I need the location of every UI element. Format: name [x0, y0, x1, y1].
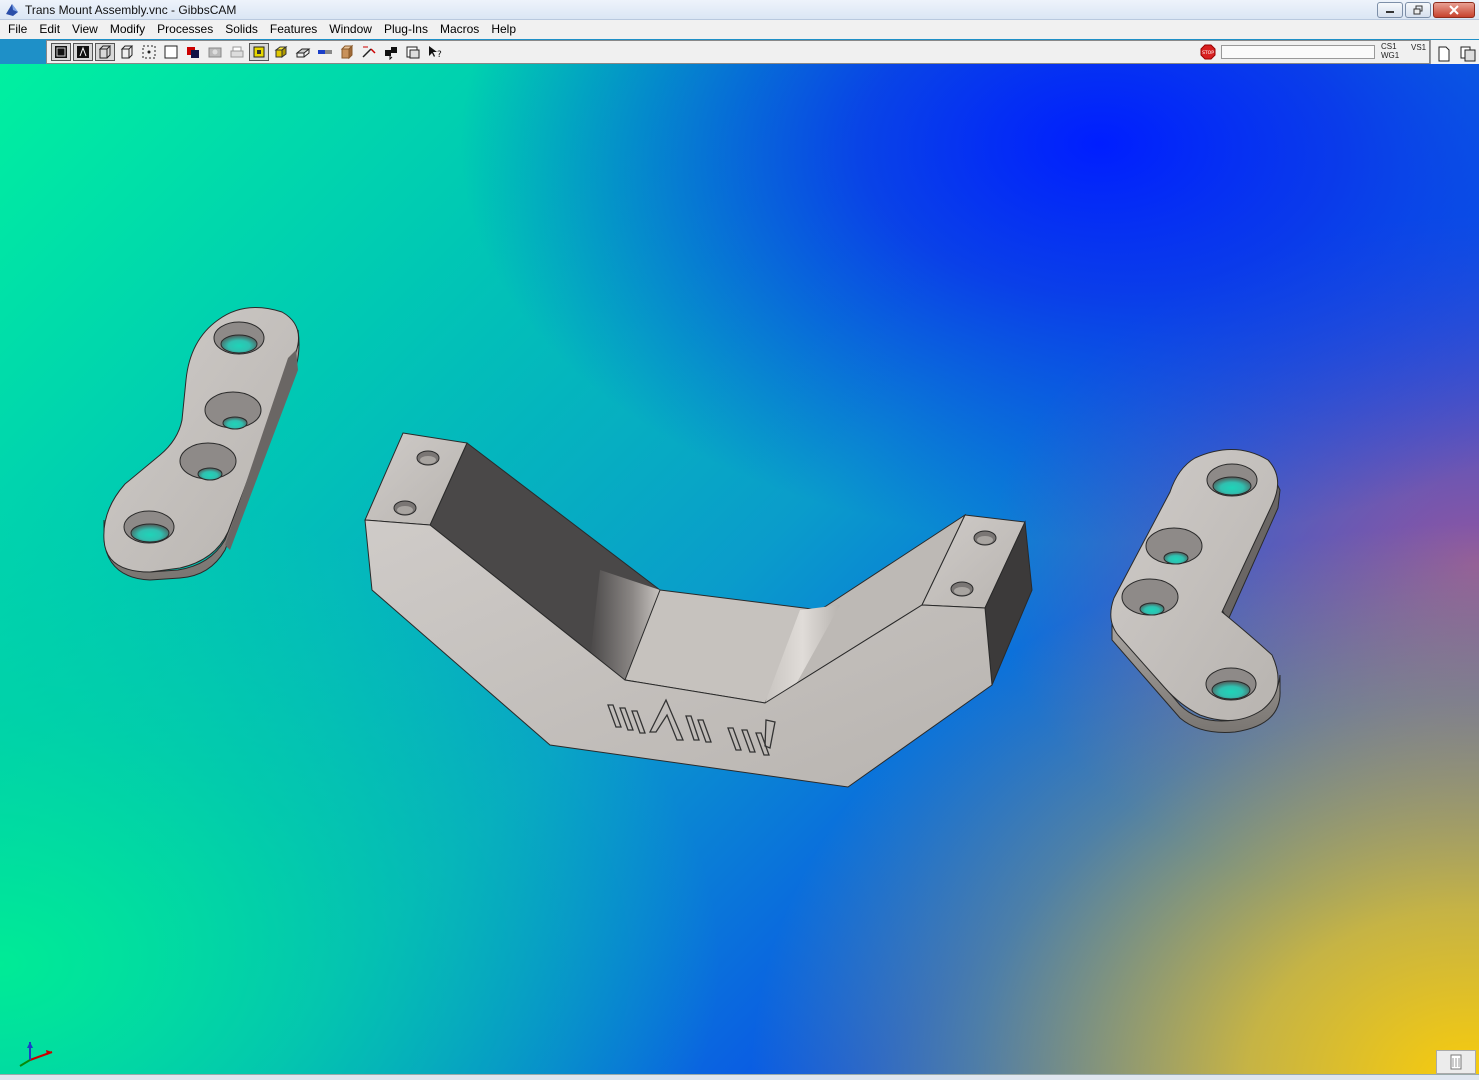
- minimize-icon: [1386, 11, 1394, 13]
- menu-plug-ins[interactable]: Plug-Ins: [378, 20, 434, 39]
- cutpart-rendering-button[interactable]: [403, 43, 423, 61]
- restore-button[interactable]: [1405, 2, 1431, 18]
- menu-view[interactable]: View: [66, 20, 104, 39]
- menu-solids[interactable]: Solids: [219, 20, 264, 39]
- svg-text:?: ?: [437, 50, 442, 60]
- main-toolbar: ? STOP CS1 WG1 VS1: [46, 40, 1430, 64]
- menu-window[interactable]: Window: [323, 20, 378, 39]
- yellow-cube-icon: [274, 46, 288, 58]
- stock-icon: [208, 47, 222, 58]
- stop-icon[interactable]: STOP: [1200, 44, 1216, 60]
- progress-bar: [1221, 45, 1375, 59]
- show-material-button[interactable]: [337, 43, 357, 61]
- gibbscam-app-icon: [6, 3, 18, 16]
- toolpath-button[interactable]: [359, 43, 379, 61]
- stock-button[interactable]: [205, 43, 225, 61]
- color-palette-icon: [187, 47, 199, 58]
- menu-edit[interactable]: Edit: [33, 20, 66, 39]
- document-icon: [1438, 46, 1450, 62]
- restore-icon: [1413, 5, 1423, 15]
- documents-button[interactable]: [1457, 43, 1479, 65]
- material-block-icon: [340, 44, 354, 60]
- wg-label: WG1: [1381, 51, 1400, 60]
- menu-macros[interactable]: Macros: [434, 20, 485, 39]
- documents-icon: [1460, 46, 1476, 62]
- tool-bar-icon: [318, 50, 332, 54]
- print-button[interactable]: [227, 43, 247, 61]
- yellow-solid-icon: [253, 46, 265, 58]
- machine-cube-icon: [406, 46, 420, 59]
- title-bar: Trans Mount Assembly.vnc - GibbsCAM: [0, 0, 1479, 20]
- render-hidden-line-button[interactable]: [95, 43, 115, 61]
- printer-icon: [230, 46, 244, 58]
- square-icon: [164, 45, 178, 59]
- taskbar-strip: [0, 1074, 1479, 1080]
- select-mode-button[interactable]: [381, 43, 401, 61]
- solid-box-icon: [77, 46, 89, 58]
- menu-help[interactable]: Help: [485, 20, 522, 39]
- center-mount-bracket: [364, 432, 1033, 788]
- show-stock-button[interactable]: [271, 43, 291, 61]
- cursor-blocks-icon: [385, 47, 397, 60]
- new-document-button[interactable]: [1433, 43, 1455, 65]
- snap-point-button[interactable]: [139, 43, 159, 61]
- wireframe-box-icon: [55, 46, 67, 58]
- graphics-viewport[interactable]: [0, 64, 1479, 1080]
- close-button[interactable]: [1433, 2, 1475, 18]
- toolpath-arrow-icon: [362, 46, 376, 58]
- coordinate-labels: CS1 WG1: [1381, 42, 1399, 60]
- hidden-line-cube-icon: [98, 45, 112, 59]
- trash-icon: [1450, 1054, 1462, 1070]
- view-box-button[interactable]: [161, 43, 181, 61]
- menu-processes[interactable]: Processes: [151, 20, 219, 39]
- render-solid-button[interactable]: [73, 43, 93, 61]
- close-icon: [1449, 5, 1459, 15]
- render-wireframe-button[interactable]: [51, 43, 71, 61]
- window-title: Trans Mount Assembly.vnc - GibbsCAM: [25, 2, 237, 17]
- grid-widget[interactable]: [1436, 1050, 1476, 1074]
- show-tool-button[interactable]: [315, 43, 335, 61]
- right-mount-bracket: [1110, 449, 1281, 733]
- vs-label: VS1: [1411, 43, 1427, 52]
- context-help-button[interactable]: ?: [425, 43, 445, 61]
- menu-file[interactable]: File: [2, 20, 33, 39]
- dotted-square-icon: [142, 45, 156, 59]
- cs-label: CS1: [1381, 42, 1397, 51]
- minimize-button[interactable]: [1377, 2, 1403, 18]
- stop-label: STOP: [1202, 50, 1214, 56]
- menu-modify[interactable]: Modify: [104, 20, 151, 39]
- menu-features[interactable]: Features: [264, 20, 323, 39]
- cube-icon: [120, 45, 134, 59]
- parts-drawing: [103, 307, 1281, 788]
- axis-triad-icon: [19, 1042, 53, 1067]
- fixture-icon: [295, 48, 311, 58]
- show-fixture-button[interactable]: [293, 43, 313, 61]
- menu-bar: File Edit View Modify Processes Solids F…: [0, 20, 1479, 39]
- color-button[interactable]: [183, 43, 203, 61]
- show-solids-button[interactable]: [249, 43, 269, 61]
- left-mount-bracket: [103, 307, 300, 581]
- render-shaded-button[interactable]: [117, 43, 137, 61]
- help-pointer-icon: ?: [429, 46, 442, 60]
